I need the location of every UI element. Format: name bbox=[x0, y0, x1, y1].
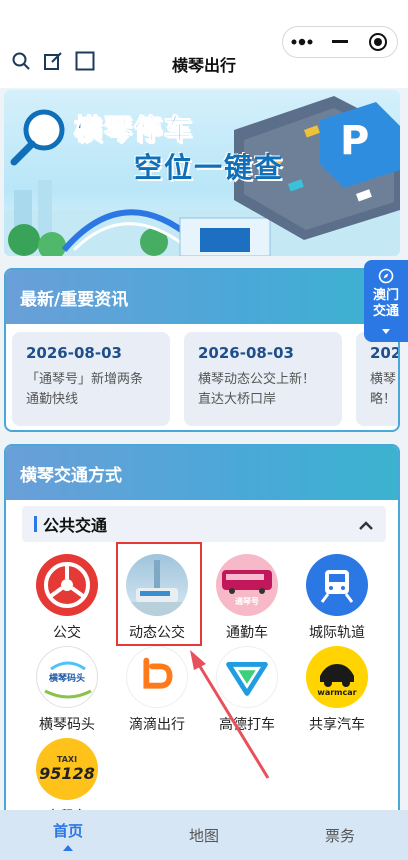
nav-tab-label: 首页 bbox=[52, 821, 83, 840]
transport-item-ferry[interactable]: 横琴码头 横琴码头 bbox=[22, 646, 112, 734]
news-card-item[interactable]: 2026-08-03 「通琴号」新增两条 通勤快线 bbox=[12, 332, 170, 426]
transport-section-title: 横琴交通方式 bbox=[6, 446, 398, 500]
transport-item-amap[interactable]: 高德打车 bbox=[202, 646, 292, 734]
didi-icon bbox=[126, 646, 188, 708]
news-text-line: 横琴动态公交上新！ bbox=[198, 372, 316, 387]
parking-banner[interactable]: 横琴停车 空位一键查 P bbox=[4, 90, 400, 256]
news-text-line: 通勤快线 bbox=[26, 392, 79, 407]
transport-item-label: 高德打车 bbox=[219, 717, 275, 733]
transport-item-label: 共享汽车 bbox=[309, 717, 365, 733]
highlight-box bbox=[116, 542, 202, 646]
transport-item-label: 滴滴出行 bbox=[129, 717, 185, 733]
news-text-line: 「通琴号」新增两条 bbox=[26, 372, 144, 387]
caret-down-icon bbox=[381, 320, 391, 339]
top-bar: 横琴出行 bbox=[0, 0, 408, 88]
news-card-item[interactable]: 202 横琴 略！ bbox=[356, 332, 400, 426]
chevron-up-icon[interactable] bbox=[358, 516, 374, 535]
banner-headline: 横琴停车 bbox=[73, 113, 195, 147]
news-card-item[interactable]: 2026-08-03 横琴动态公交上新！ 直达大桥口岸 bbox=[184, 332, 342, 426]
accent-bar bbox=[34, 516, 37, 532]
taxi-badge: 95128 bbox=[39, 764, 95, 783]
train-icon bbox=[306, 554, 368, 616]
more-icon[interactable] bbox=[284, 27, 320, 57]
amap-taxi-icon bbox=[216, 646, 278, 708]
nav-tab-home[interactable]: 首页 bbox=[0, 810, 136, 860]
public-transport-header[interactable]: 公共交通 bbox=[22, 506, 386, 542]
nav-tab-tickets[interactable]: 票务 bbox=[272, 810, 408, 860]
nav-tab-label: 地图 bbox=[188, 826, 219, 845]
news-date: 2026-08-03 bbox=[198, 344, 294, 362]
transport-item-shared-car[interactable]: warmcar 共享汽车 bbox=[292, 646, 382, 734]
commuter-bus-icon: 通琴号 bbox=[216, 554, 278, 616]
close-miniprogram-icon[interactable] bbox=[360, 27, 396, 57]
transport-item-intercity[interactable]: 城际轨道 bbox=[292, 554, 382, 642]
news-section-title: 最新/重要资讯 bbox=[6, 270, 398, 324]
ferry-terminal-icon: 横琴码头 bbox=[36, 646, 98, 708]
news-text-line: 略！ bbox=[370, 392, 397, 407]
nav-tab-label: 票务 bbox=[324, 826, 355, 845]
bottom-nav: 首页 地图 票务 bbox=[0, 810, 408, 860]
transport-item-label: 通勤车 bbox=[226, 625, 268, 641]
active-indicator-icon bbox=[63, 844, 73, 851]
bus-wheel-icon bbox=[36, 554, 98, 616]
banner-subheadline: 空位一键查 bbox=[134, 151, 285, 184]
taxi-badge-top: TAXI bbox=[56, 755, 78, 764]
parking-sign: P bbox=[340, 118, 370, 164]
miniprogram-capsule bbox=[282, 26, 398, 58]
nav-tab-map[interactable]: 地图 bbox=[136, 810, 272, 860]
transport-item-label: 城际轨道 bbox=[309, 625, 365, 641]
transport-item-didi[interactable]: 滴滴出行 bbox=[112, 646, 202, 734]
transport-item-label: 公交 bbox=[53, 625, 81, 641]
news-date: 2026-08-03 bbox=[26, 344, 122, 362]
compass-icon bbox=[378, 268, 394, 288]
taxi-icon: TAXI 95128 bbox=[36, 738, 98, 800]
commuter-badge: 通琴号 bbox=[235, 597, 259, 606]
news-carousel[interactable]: 2026-08-03 「通琴号」新增两条 通勤快线 2026-08-03 横琴动… bbox=[12, 332, 400, 426]
macau-tab-label-line2: 交通 bbox=[372, 304, 399, 319]
transport-item-bus[interactable]: 公交 bbox=[22, 554, 112, 642]
macau-traffic-tab[interactable]: 澳门 交通 bbox=[364, 260, 408, 342]
news-text-line: 直达大桥口岸 bbox=[198, 392, 277, 407]
news-section: 最新/重要资讯 2026-08-03 「通琴号」新增两条 通勤快线 2026-0… bbox=[4, 268, 400, 432]
transport-item-commuter[interactable]: 通琴号 通勤车 bbox=[202, 554, 292, 642]
news-date: 202 bbox=[370, 344, 400, 362]
ferry-badge: 横琴码头 bbox=[48, 674, 85, 684]
public-transport-title: 公共交通 bbox=[43, 516, 108, 535]
transport-item-label: 横琴码头 bbox=[39, 717, 95, 733]
macau-tab-label-line1: 澳门 bbox=[372, 288, 399, 303]
news-text-line: 横琴 bbox=[370, 372, 397, 387]
minimize-icon[interactable] bbox=[322, 27, 358, 57]
warmcar-badge: warmcar bbox=[317, 688, 357, 697]
warmcar-icon: warmcar bbox=[306, 646, 368, 708]
transport-section: 横琴交通方式 公共交通 公交 动态公交 通琴号 通勤车 城际轨道 横琴码头 横琴… bbox=[4, 444, 400, 824]
